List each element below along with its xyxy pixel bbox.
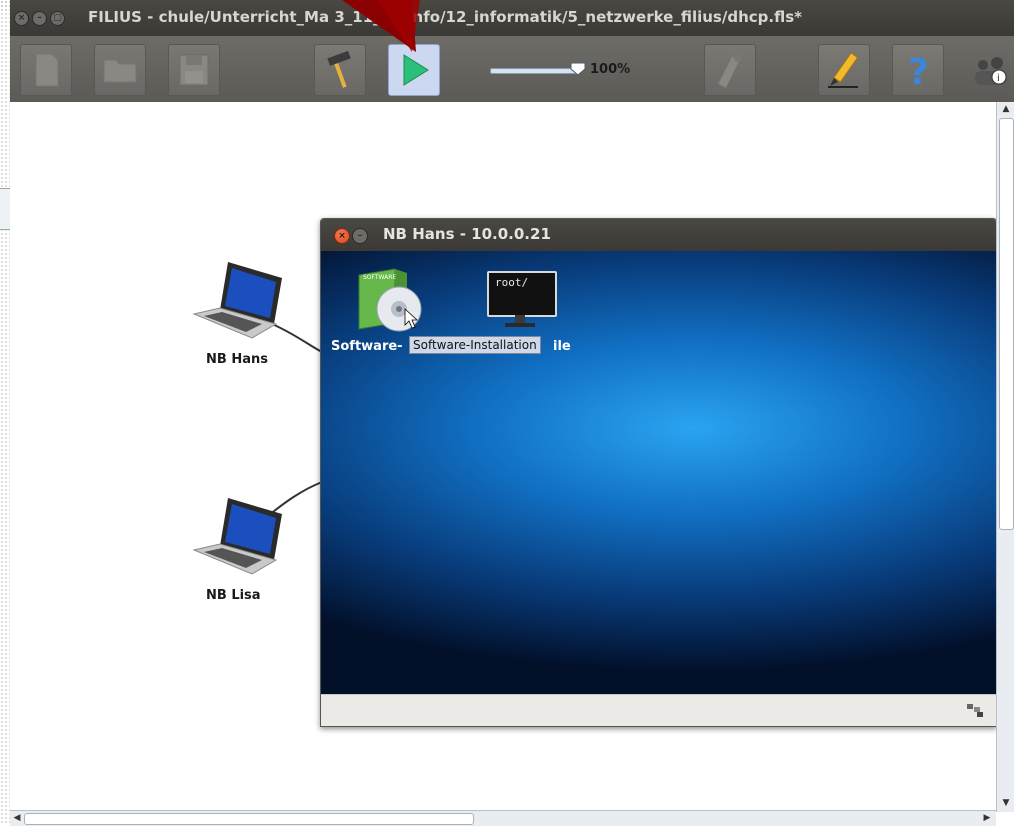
zoom-slider-track[interactable] — [490, 68, 580, 74]
inner-window-title: NB Hans - 10.0.0.21 — [383, 225, 551, 243]
minimize-window-button[interactable]: – — [32, 11, 47, 26]
vertical-scrollbar[interactable]: ▲ ▼ — [996, 102, 1014, 812]
info-button[interactable]: i — [966, 44, 1014, 94]
scroll-left-arrow-icon[interactable]: ◀ — [10, 811, 24, 825]
inner-window-status-bar — [321, 694, 996, 726]
new-file-button[interactable] — [20, 44, 72, 96]
window-title: FILIUS - chule/Unterricht_Ma 3_11_12/Inf… — [88, 8, 802, 26]
close-icon: × — [17, 13, 26, 23]
edit-mode-button[interactable] — [818, 44, 870, 96]
close-icon: × — [338, 231, 346, 241]
software-installation-tooltip: Software-Installation — [409, 336, 541, 354]
node-label-nb-lisa: NB Lisa — [206, 588, 261, 603]
node-label-nb-hans: NB Hans — [206, 352, 268, 367]
document-icon — [35, 53, 59, 87]
laptop-icon[interactable] — [190, 494, 286, 578]
horizontal-scrollbar[interactable]: ◀ ▶ — [10, 810, 996, 826]
scroll-up-arrow-icon[interactable]: ▲ — [999, 102, 1013, 116]
resize-icon[interactable] — [966, 703, 984, 719]
software-icon-label: Software- — [331, 339, 403, 354]
main-title-bar[interactable]: × – □ FILIUS - chule/Unterricht_Ma 3_11_… — [10, 0, 1014, 36]
minimize-icon: – — [357, 231, 363, 241]
terminal-icon[interactable]: root/ — [487, 271, 557, 331]
info-people-icon: i — [975, 57, 1007, 85]
zoom-slider-thumb[interactable] — [570, 62, 586, 76]
terminal-screen-text: root/ — [495, 276, 529, 289]
maximize-window-button[interactable]: □ — [50, 11, 65, 26]
close-window-button[interactable]: × — [14, 11, 29, 26]
folder-icon — [103, 59, 137, 83]
nb-hans-desktop-window[interactable]: × – NB Hans - 10.0.0.21 SOFTWARE Softwar… — [320, 218, 997, 727]
terminal-icon-label: ile — [553, 339, 571, 354]
floppy-icon — [179, 54, 209, 86]
inner-minimize-button[interactable]: – — [352, 228, 368, 244]
network-tool-button[interactable] — [704, 44, 756, 96]
scroll-right-arrow-icon[interactable]: ▶ — [980, 811, 994, 825]
svg-text:?: ? — [908, 52, 929, 90]
pencil-icon — [828, 52, 859, 88]
left-edge-pattern — [0, 0, 10, 825]
save-file-button[interactable] — [168, 44, 220, 96]
red-pointer-arrow-icon — [342, 0, 420, 52]
zoom-value: 100% — [590, 62, 631, 77]
svg-text:SOFTWARE: SOFTWARE — [363, 274, 396, 281]
horizontal-scroll-thumb[interactable] — [24, 813, 474, 825]
inner-close-button[interactable]: × — [334, 228, 350, 244]
open-file-button[interactable] — [94, 44, 146, 96]
left-edge-fragment — [0, 188, 10, 230]
software-cd-icon[interactable]: SOFTWARE — [355, 265, 427, 335]
svg-text:i: i — [997, 73, 1000, 84]
help-button[interactable]: ? — [892, 44, 944, 96]
maximize-icon: □ — [53, 13, 62, 23]
virtual-desktop[interactable]: SOFTWARE Software- root/ ile Software-In… — [321, 251, 996, 694]
minimize-icon: – — [37, 13, 42, 23]
cable-tool-icon — [717, 54, 742, 89]
laptop-icon[interactable] — [190, 260, 286, 340]
question-icon: ? — [908, 52, 929, 90]
main-toolbar: 100% ? i — [10, 36, 1014, 103]
vertical-scroll-thumb[interactable] — [999, 118, 1014, 530]
scroll-down-arrow-icon[interactable]: ▼ — [999, 796, 1013, 810]
inner-window-title-bar[interactable]: × – NB Hans - 10.0.0.21 — [321, 219, 996, 251]
